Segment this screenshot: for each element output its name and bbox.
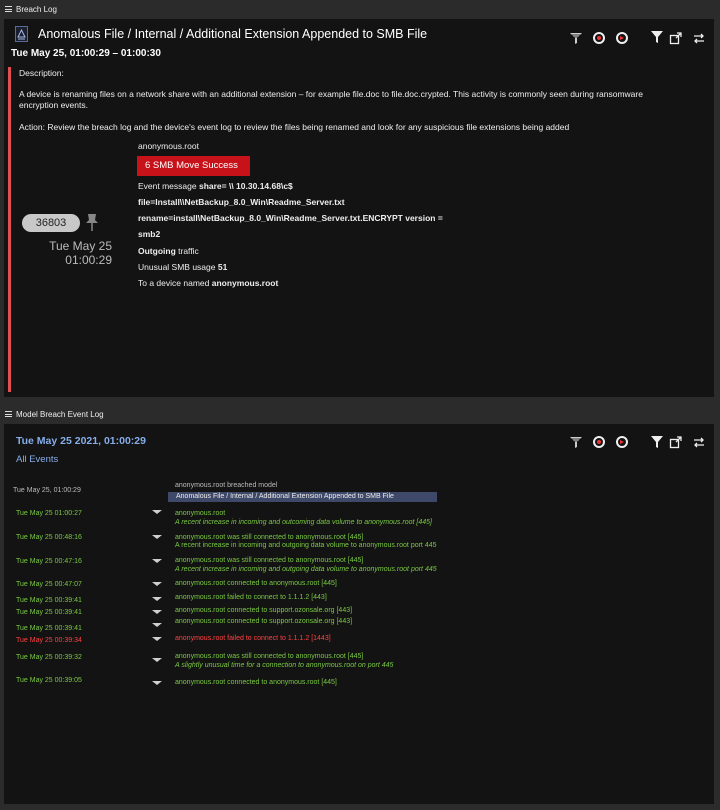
device-label: To a device named — [138, 278, 210, 288]
event-detail: A slightly unusual time for a connection… — [175, 662, 394, 669]
expand-caret-icon[interactable] — [152, 582, 162, 586]
event-detail: A recent increase in incoming and outgoi… — [175, 542, 437, 549]
breach-log-label: Breach Log — [16, 4, 57, 14]
event-message: anonymous.root connected to support.ozon… — [175, 607, 353, 614]
model-breach-label: anonymous.root breached model — [175, 482, 278, 489]
event-panel: Tue May 25 2021, 01:00:29 All Events Tue… — [4, 424, 714, 804]
reset-icon[interactable] — [592, 31, 606, 45]
event-file: file=Install\\NetBackup_8.0_Win\Readme_S… — [138, 197, 345, 207]
event-message: anonymous.root was still connected to an… — [175, 653, 364, 660]
replay-icon[interactable] — [615, 31, 629, 45]
expand-caret-icon[interactable] — [152, 681, 162, 685]
menu-icon[interactable] — [5, 410, 12, 419]
breach-panel: Anomalous File / Internal / Additional E… — [4, 19, 714, 397]
event-message: anonymous.root failed to connect to 1.1.… — [175, 635, 331, 642]
detail-traffic: Outgoing traffic — [138, 246, 199, 256]
description-label: Description: — [19, 68, 64, 78]
event-share: share= \\ 10.30.14.68\c$ — [198, 181, 293, 191]
traffic-label: traffic — [178, 246, 199, 256]
usage-value: 51 — [217, 262, 228, 272]
popout-icon[interactable] — [669, 31, 683, 45]
breach-time-range: Tue May 25, 01:00:29 – 01:00:30 — [11, 48, 161, 59]
reset-icon[interactable] — [592, 435, 606, 449]
detail-event-file: file=Install\\NetBackup_8.0_Win\Readme_S… — [138, 197, 345, 207]
usage-label: Unusual SMB usage — [138, 262, 216, 272]
breach-date: Tue May 25 01:00:29 — [26, 239, 112, 267]
event-time: Tue May 25 00:47:16 — [16, 558, 82, 565]
event-message: anonymous.root failed to connect to 1.1.… — [175, 594, 327, 601]
event-version: smb2 — [138, 229, 161, 239]
all-events-link[interactable]: All Events — [16, 454, 58, 465]
detail-device: To a device named anonymous.root — [138, 278, 278, 288]
expand-caret-icon[interactable] — [152, 510, 162, 514]
event-time: Tue May 25 01:00:27 — [16, 510, 82, 517]
swap-icon[interactable] — [692, 31, 706, 45]
event-time: Tue May 25 00:39:34 — [16, 637, 82, 644]
event-time: Tue May 25 00:39:05 — [16, 677, 82, 684]
event-log-label: Model Breach Event Log — [16, 409, 104, 419]
event-rename: rename=install\NetBackup_8.0_Win\Readme_… — [138, 213, 443, 223]
event-detail: A recent increase in incoming and outgoi… — [175, 566, 437, 573]
expand-caret-icon[interactable] — [152, 597, 162, 601]
event-message: anonymous.root connected to support.ozon… — [175, 618, 353, 625]
breach-date-time: 01:00:29 — [65, 253, 112, 267]
popout-icon[interactable] — [669, 435, 683, 449]
event-detail: A recent increase in incoming and outcom… — [175, 519, 432, 526]
event-time: Tue May 25 00:47:07 — [16, 581, 82, 588]
smb-move-badge: 6 SMB Move Success — [137, 156, 250, 176]
description-text: A device is renaming files on a network … — [19, 89, 643, 110]
filter-icon[interactable] — [650, 30, 664, 44]
event-message: anonymous.root connected to anonymous.ro… — [175, 580, 337, 587]
event-message: anonymous.root — [175, 510, 226, 517]
model-breach-time: Tue May 25, 01:00:29 — [13, 487, 81, 494]
breach-date-day: Tue May 25 — [49, 239, 112, 253]
traffic-direction: Outgoing — [138, 246, 176, 256]
event-message: anonymous.root was still connected to an… — [175, 534, 364, 541]
model-breach-chip[interactable]: Anomalous File / Internal / Additional E… — [168, 492, 437, 502]
event-time: Tue May 25 00:39:32 — [16, 654, 82, 661]
event-time: Tue May 25 00:39:41 — [16, 625, 82, 632]
filter-icon[interactable] — [650, 435, 664, 449]
event-prefix: Event message — [138, 181, 197, 191]
device-name: anonymous.root — [211, 278, 279, 288]
expand-caret-icon[interactable] — [152, 637, 162, 641]
expand-caret-icon[interactable] — [152, 610, 162, 614]
breach-title: Anomalous File / Internal / Additional E… — [38, 27, 428, 41]
pin-icon[interactable] — [84, 212, 100, 232]
detail-event-version: smb2 — [138, 229, 160, 239]
replay-icon[interactable] — [615, 435, 629, 449]
event-log-date: Tue May 25 2021, 01:00:29 — [16, 435, 146, 447]
breach-score-pill[interactable]: 36803 — [22, 214, 80, 232]
breach-log-header: Breach Log — [0, 0, 720, 18]
detail-event-rename: rename=install\NetBackup_8.0_Win\Readme_… — [138, 213, 443, 223]
detail-smb-usage: Unusual SMB usage 51 — [138, 262, 227, 272]
expand-caret-icon[interactable] — [152, 623, 162, 627]
filter-funnel-icon[interactable] — [569, 435, 583, 449]
breach-accent-bar — [8, 67, 11, 392]
event-message: anonymous.root connected to anonymous.ro… — [175, 679, 337, 686]
detail-host: anonymous.root — [138, 141, 199, 151]
event-log-header: Model Breach Event Log — [0, 405, 720, 423]
expand-caret-icon[interactable] — [152, 535, 162, 539]
event-time: Tue May 25 00:48:16 — [16, 534, 82, 541]
event-message: anonymous.root was still connected to an… — [175, 557, 364, 564]
expand-caret-icon[interactable] — [152, 559, 162, 563]
expand-caret-icon[interactable] — [152, 658, 162, 662]
model-icon — [15, 26, 28, 42]
detail-event-message: Event message share= \\ 10.30.14.68\c$ — [138, 181, 293, 191]
event-time: Tue May 25 00:39:41 — [16, 597, 82, 604]
menu-icon[interactable] — [5, 5, 12, 14]
filter-funnel-icon[interactable] — [569, 31, 583, 45]
action-text: Action: Review the breach log and the de… — [19, 122, 570, 132]
swap-icon[interactable] — [692, 435, 706, 449]
event-time: Tue May 25 00:39:41 — [16, 609, 82, 616]
